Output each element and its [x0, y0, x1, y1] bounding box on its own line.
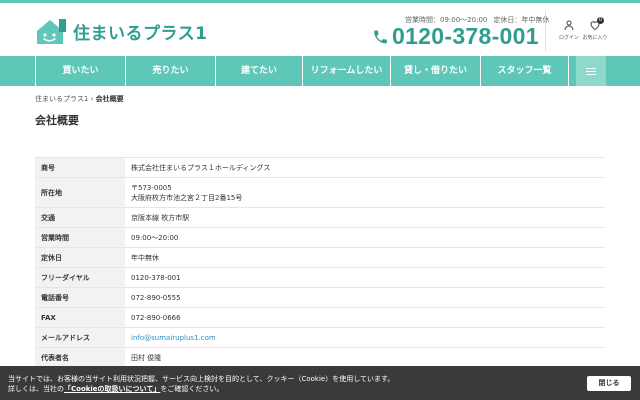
row-label: 商号	[35, 157, 125, 178]
cookie-close-button[interactable]: 閉じる	[587, 376, 631, 391]
cookie-policy-link[interactable]: 「Cookieの取扱いについて」	[64, 385, 160, 393]
favorites-button[interactable]: 0 お気に入り	[580, 17, 610, 41]
login-label: ログイン	[558, 35, 579, 41]
row-label: 代表者名	[35, 347, 125, 368]
table-row: 営業時間 09:00～20:00	[35, 227, 605, 248]
nav-item-staff[interactable]: スタッフ一覧	[480, 56, 569, 86]
table-row: メールアドレス info@sumairuplus1.com	[35, 327, 605, 348]
row-value: 09:00～20:00	[125, 227, 605, 248]
row-value: 年中無休	[125, 247, 605, 268]
row-label: フリーダイヤル	[35, 267, 125, 288]
email-link[interactable]: info@sumairuplus1.com	[131, 334, 216, 342]
row-label: 定休日	[35, 247, 125, 268]
table-row: FAX 072-890-0666	[35, 307, 605, 328]
row-value: 072-890-0666	[125, 307, 605, 328]
cookie-line-1: 当サイトでは、お客様の当サイト利用状況把握、サービス向上検討を目的として、クッキ…	[8, 375, 395, 383]
nav-item-reform[interactable]: リフォームしたい	[302, 56, 390, 86]
phone-number-link[interactable]: 0120-378-001	[372, 23, 539, 50]
breadcrumb: 住まいるプラス1 › 会社概要	[35, 94, 124, 104]
postal-code: 〒573-0005	[131, 183, 172, 192]
cookie-line-2-prefix: 詳しくは、当社の	[8, 385, 64, 393]
cookie-line-2: 詳しくは、当社の「Cookieの取扱いについて」をご確認ください。	[8, 384, 394, 394]
cookie-message: 当サイトでは、お客様の当サイト利用状況把握、サービス向上検討を目的として、クッキ…	[8, 374, 394, 394]
row-label: 所在地	[35, 177, 125, 208]
row-value: 072-890-0555	[125, 287, 605, 308]
logo-text: 住まいるプラス1	[73, 23, 208, 44]
row-value: 田村 俊隆	[125, 347, 605, 368]
nav-item-build[interactable]: 建てたい	[215, 56, 302, 86]
nav-item-buy[interactable]: 買いたい	[35, 56, 125, 86]
row-label: 営業時間	[35, 227, 125, 248]
table-row: 電話番号 072-890-0555	[35, 287, 605, 308]
row-label: 交通	[35, 207, 125, 228]
site-header: 住まいるプラス1 営業時間：09:00～20:00 定休日：年中無休 0120-3…	[0, 3, 640, 56]
row-value: 〒573-0005 大阪府枚方市池之宮２丁目2番15号	[125, 177, 605, 208]
favorites-label: お気に入り	[582, 35, 608, 41]
row-value: 株式会社住まいるプラス１ホールディングス	[125, 157, 605, 178]
cookie-line-2-suffix: をご確認ください。	[160, 385, 224, 393]
favorites-count-badge: 0	[597, 17, 604, 24]
table-row: フリーダイヤル 0120-378-001	[35, 267, 605, 288]
row-value: info@sumairuplus1.com	[125, 327, 605, 348]
breadcrumb-home[interactable]: 住まいるプラス1	[35, 95, 88, 103]
user-icon	[564, 20, 574, 31]
table-row: 交通 京阪本線 枚方市駅	[35, 207, 605, 228]
site-logo[interactable]: 住まいるプラス1	[35, 13, 208, 49]
phone-number: 0120-378-001	[392, 23, 539, 49]
house-logo-icon	[37, 19, 66, 44]
nav-item-rent[interactable]: 貸し・借りたい	[390, 56, 480, 86]
header-divider	[545, 11, 546, 51]
company-info-table: 商号 株式会社住まいるプラス１ホールディングス 所在地 〒573-0005 大阪…	[35, 157, 605, 368]
cookie-banner: 当サイトでは、お客様の当サイト利用状況把握、サービス向上検討を目的として、クッキ…	[0, 366, 640, 400]
row-label: 電話番号	[35, 287, 125, 308]
row-label: メールアドレス	[35, 327, 125, 348]
table-row: 商号 株式会社住まいるプラス１ホールディングス	[35, 157, 605, 178]
address: 大阪府枚方市池之宮２丁目2番15号	[131, 193, 243, 202]
table-row: 代表者名 田村 俊隆	[35, 347, 605, 368]
page-title: 会社概要	[35, 114, 79, 127]
nav-item-sell[interactable]: 売りたい	[125, 56, 215, 86]
row-value: 京阪本線 枚方市駅	[125, 207, 605, 228]
main-navigation: 買いたい 売りたい 建てたい リフォームしたい 貸し・借りたい スタッフ一覧	[0, 56, 640, 86]
row-value: 0120-378-001	[125, 267, 605, 288]
table-row: 所在地 〒573-0005 大阪府枚方市池之宮２丁目2番15号	[35, 177, 605, 208]
row-label: FAX	[35, 307, 125, 328]
phone-icon	[374, 30, 387, 43]
table-row: 定休日 年中無休	[35, 247, 605, 268]
breadcrumb-separator: ›	[90, 95, 94, 103]
hamburger-icon[interactable]	[576, 56, 606, 86]
breadcrumb-current: 会社概要	[95, 95, 124, 103]
